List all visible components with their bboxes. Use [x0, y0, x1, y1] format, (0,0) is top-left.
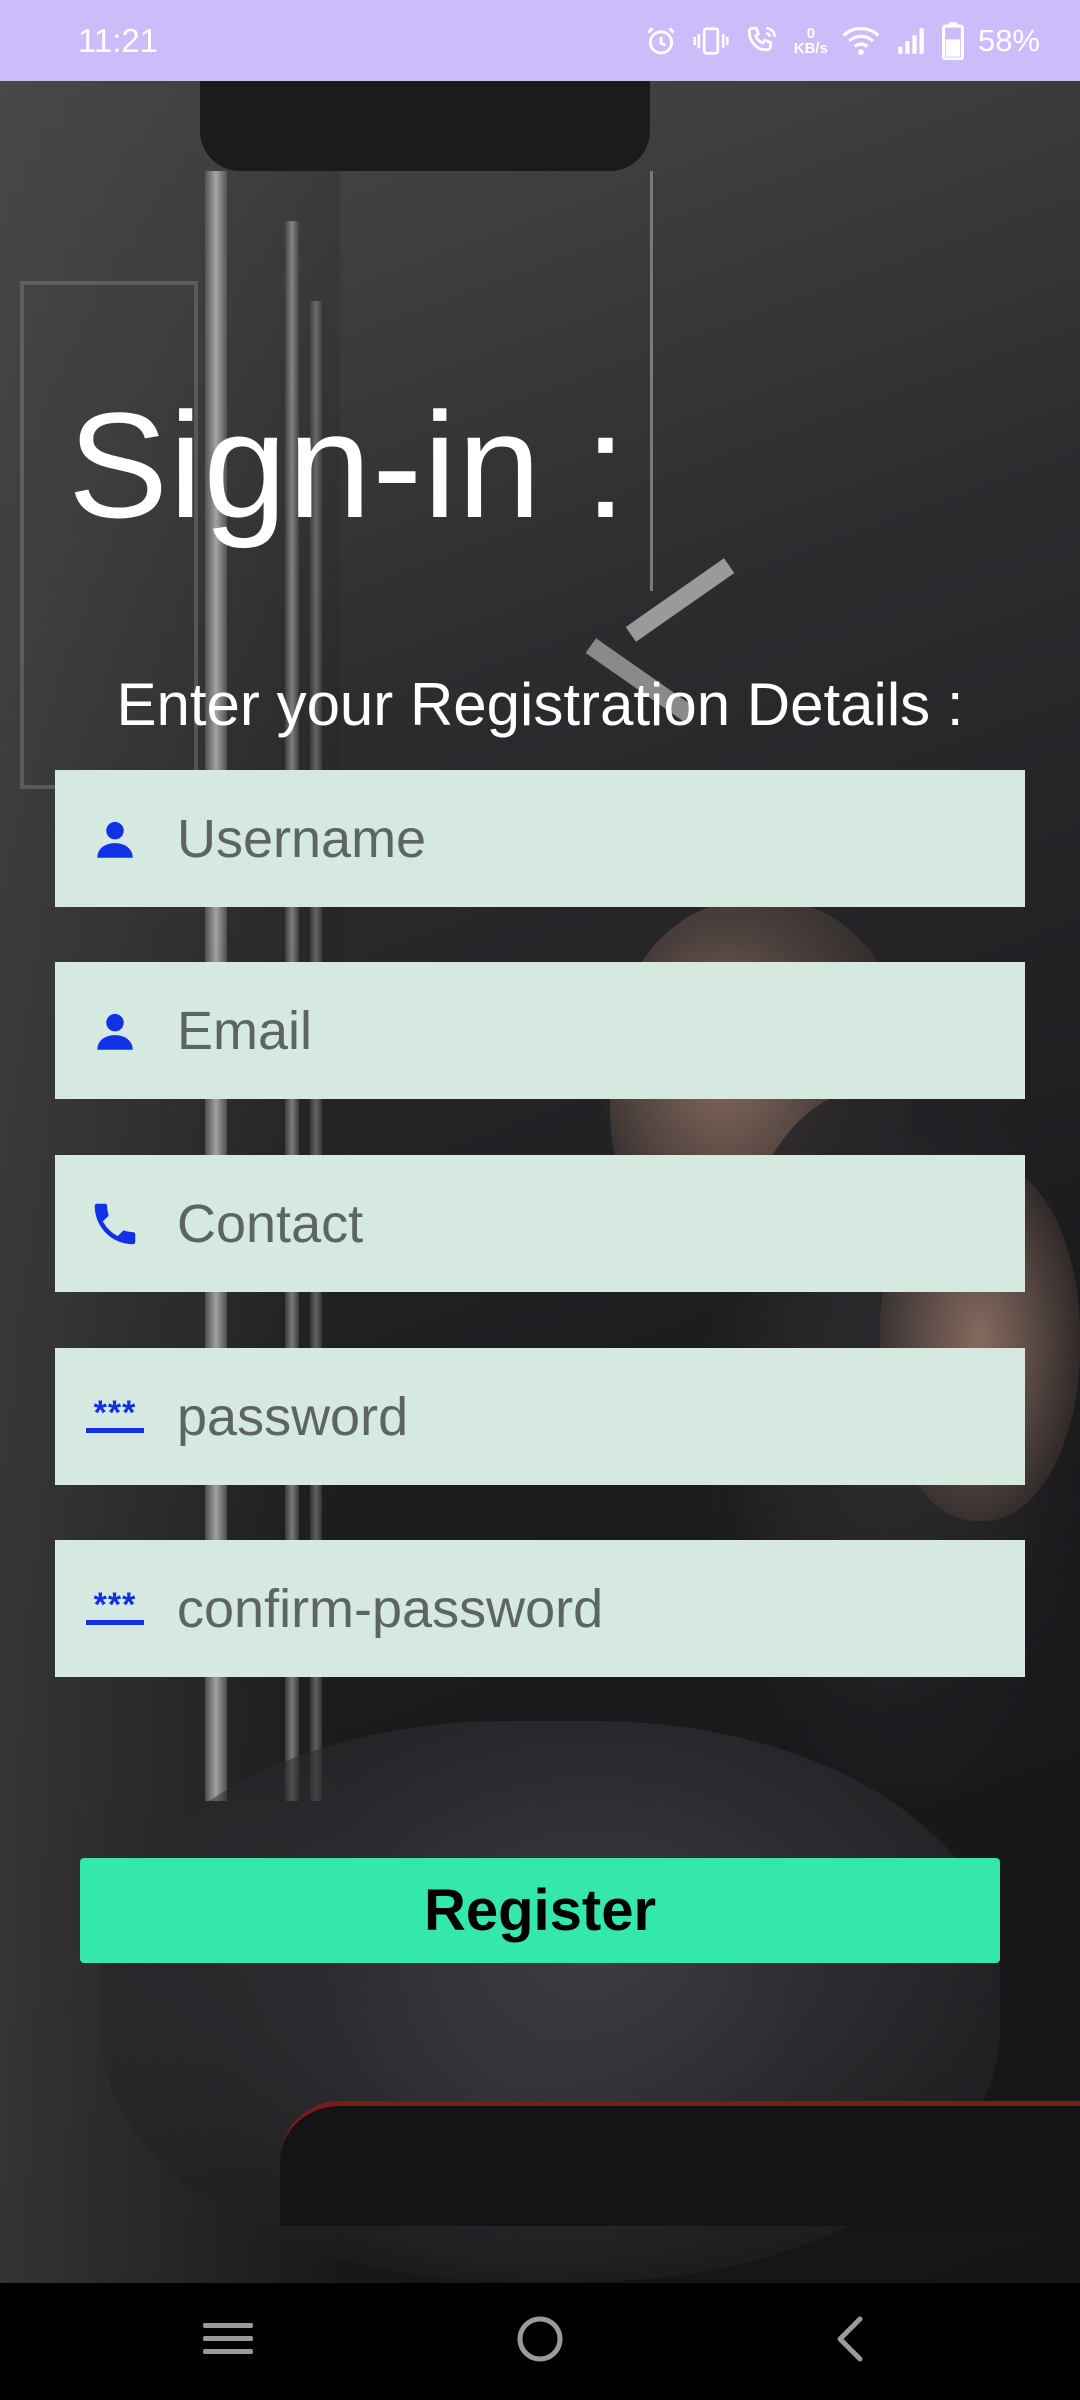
password-icon-stars: ***	[93, 1394, 137, 1432]
phone-icon	[85, 1194, 145, 1254]
contact-field[interactable]	[55, 1155, 1025, 1292]
back-button[interactable]	[790, 2283, 910, 2400]
page-title: Sign-in :	[68, 381, 628, 549]
password-icon: ***	[85, 1387, 145, 1447]
home-icon	[515, 2314, 565, 2369]
alarm-icon	[644, 24, 678, 58]
net-speed-unit: KB/s	[793, 39, 828, 57]
wifi-call-icon	[744, 24, 780, 58]
wifi-icon	[842, 24, 880, 58]
signal-icon	[894, 24, 928, 58]
person-icon	[85, 809, 145, 869]
battery-percent: 58%	[977, 22, 1040, 58]
net-speed-indicator: 0 KB/s	[794, 26, 828, 56]
recent-apps-button[interactable]	[168, 2283, 288, 2400]
status-icons: 0 KB/s 58%	[644, 0, 1040, 81]
contact-input[interactable]	[177, 1155, 1005, 1292]
password-icon: ***	[85, 1579, 145, 1639]
menu-icon	[203, 2319, 253, 2364]
net-speed-value: 0	[806, 24, 816, 42]
person-icon	[85, 1001, 145, 1061]
vibrate-icon	[692, 24, 730, 58]
page-subtitle: Enter your Registration Details :	[116, 671, 964, 738]
password-field[interactable]: ***	[55, 1348, 1025, 1485]
status-time: 11:21	[78, 22, 159, 59]
username-input[interactable]	[177, 770, 1005, 907]
confirm-password-icon-stars: ***	[93, 1586, 137, 1624]
navigation-bar	[0, 2283, 1080, 2400]
status-bar: 11:21 0 KB/s 58%	[0, 0, 1080, 81]
register-screen: 11:21 0 KB/s 58% Sign-in: Enter your Re…	[0, 0, 1080, 2400]
password-input[interactable]	[177, 1348, 1005, 1485]
confirm-password-input[interactable]	[177, 1540, 1005, 1677]
back-icon	[830, 2314, 870, 2369]
register-button[interactable]: Register	[80, 1858, 1000, 1963]
username-field[interactable]	[55, 770, 1025, 907]
home-button[interactable]	[480, 2283, 600, 2400]
battery-icon	[941, 21, 964, 60]
confirm-password-field[interactable]: ***	[55, 1540, 1025, 1677]
email-field[interactable]	[55, 962, 1025, 1099]
email-input[interactable]	[177, 962, 1005, 1099]
